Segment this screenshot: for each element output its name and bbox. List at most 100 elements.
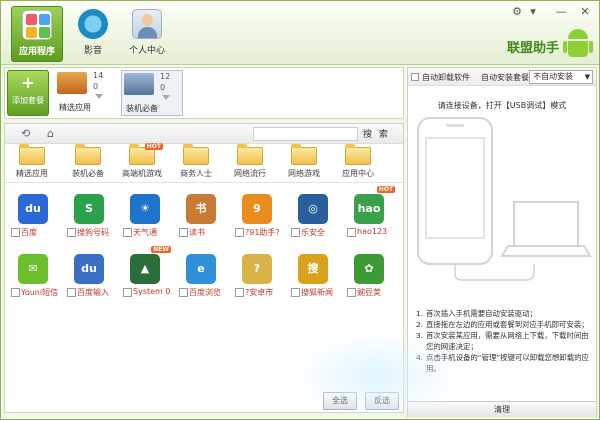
nav-media[interactable]: 影音 <box>67 6 119 62</box>
app-name: System 0 <box>133 287 171 296</box>
folder-icon <box>75 144 101 165</box>
app-checkbox[interactable] <box>291 288 300 297</box>
category-item[interactable]: 装机必备 <box>61 144 115 179</box>
package-item[interactable]: 14 0 精选应用 <box>55 70 117 116</box>
app-checkbox[interactable] <box>235 288 244 297</box>
search-button[interactable]: 搜 索 <box>363 127 390 140</box>
app-name: 百度输入 <box>77 288 109 297</box>
baidu-browser-icon: e <box>186 254 216 284</box>
category-item[interactable]: 应用中心 <box>331 144 385 179</box>
youni-sms-icon: ✉ <box>18 254 48 284</box>
category-item[interactable]: 网络游戏 <box>277 144 331 179</box>
auto-uninstall-checkbox[interactable] <box>411 73 419 81</box>
dropdown-icon[interactable]: ▾ <box>525 5 541 18</box>
app-checkbox[interactable] <box>11 228 20 237</box>
nav-personal[interactable]: 个人中心 <box>121 6 173 62</box>
app-checkbox[interactable] <box>11 288 20 297</box>
category-item[interactable]: 精选应用 <box>5 144 59 179</box>
phone-laptop-illustration <box>417 117 592 281</box>
app-checkbox[interactable] <box>235 228 244 237</box>
app-item[interactable]: du 百度输入 <box>63 246 119 306</box>
nav-label: 应用程序 <box>18 47 55 57</box>
package-name: 精选应用 <box>59 103 91 112</box>
brand-title: 联盟助手 <box>506 41 559 56</box>
add-package-button[interactable]: + 添加套餐 <box>7 70 49 116</box>
app-item[interactable]: hao HOT hao123 <box>343 186 399 246</box>
app-item[interactable]: ? ?安卓市 <box>231 246 287 306</box>
category-label: 精选应用 <box>16 169 48 178</box>
app-name: Youni短信 <box>21 288 59 297</box>
app-item[interactable]: S 搜狗号码 <box>63 186 119 246</box>
auto-install-select[interactable]: 不自动安装 ▼ <box>529 70 593 84</box>
folder-icon <box>345 144 371 165</box>
app-name: ?安卓市 <box>245 288 274 297</box>
app-name: 搜狐新闻 <box>301 288 333 297</box>
hot-badge: HOT <box>144 143 163 150</box>
minimize-icon[interactable]: — <box>553 5 569 18</box>
app-item[interactable]: ▲ NEW System 0 <box>119 246 175 306</box>
app-count: 12 <box>160 72 171 81</box>
system-icon: ▲ <box>130 254 160 284</box>
hao123-icon: hao <box>354 194 384 224</box>
refresh-icon[interactable]: ⟲ <box>21 127 30 140</box>
package-item[interactable]: 12 0 装机必备 <box>121 70 183 116</box>
app-checkbox[interactable] <box>291 228 300 237</box>
app-name: 天气通 <box>133 228 157 237</box>
search-input[interactable] <box>253 127 358 141</box>
app-item[interactable]: ✿ 豌豆荚 <box>343 246 399 306</box>
app-item[interactable]: ☀ 天气通 <box>119 186 175 246</box>
category-label: 应用中心 <box>342 169 374 178</box>
app-item[interactable]: 9 ?91助手? <box>231 186 287 246</box>
app-checkbox[interactable] <box>123 228 132 237</box>
app-name: ?91助手? <box>245 228 280 237</box>
header: 应用程序 影音 个人中心 ⚙ ▾ — ✕ 联盟助手 <box>1 1 599 65</box>
app-checkbox[interactable] <box>347 288 356 297</box>
download-arrow-icon[interactable] <box>95 94 103 104</box>
music-count: 0 <box>160 83 166 92</box>
app-checkbox[interactable] <box>67 228 76 237</box>
app-name: 读书 <box>189 228 205 237</box>
connect-hint: 请连接设备，打开【USB调试】模式 <box>437 101 567 110</box>
category-row: 精选应用 装机必备 HOT 高端机游戏 商务人士 网络流行 网络游戏 应用中心 <box>5 143 403 183</box>
wandoujia-icon: ✿ <box>354 254 384 284</box>
folder-icon <box>183 144 209 165</box>
app-item[interactable]: 书读书 <box>175 186 231 246</box>
app-name: 豌豆荚 <box>357 288 381 297</box>
auto-install-label: 自动安装套餐: <box>481 73 532 82</box>
download-arrow-icon[interactable] <box>162 95 170 105</box>
close-icon[interactable]: ✕ <box>577 5 593 18</box>
nav-apps[interactable]: 应用程序 <box>11 6 63 62</box>
chevron-down-icon: ▼ <box>584 73 590 81</box>
app-checkbox[interactable] <box>179 288 188 297</box>
app-item[interactable]: du 百度 <box>7 186 63 246</box>
category-item[interactable]: 商务人士 <box>169 144 223 179</box>
app-name: 搜狗号码 <box>77 228 109 237</box>
app-item[interactable]: ✉ Youni短信 <box>7 246 63 306</box>
category-item[interactable]: HOT 高端机游戏 <box>115 143 169 179</box>
app-checkbox[interactable] <box>179 228 188 237</box>
gear-icon[interactable]: ⚙ <box>509 5 525 18</box>
app-checkbox[interactable] <box>123 288 132 297</box>
book-icon: 书 <box>186 194 216 224</box>
instruction-item: 2. 直接拖在左边的应用或套餐到对应手机即可安装； <box>416 320 589 329</box>
sohu-news-icon: 搜 <box>298 254 328 284</box>
screen-glare <box>291 331 461 421</box>
category-item[interactable]: 网络流行 <box>223 144 277 179</box>
user-icon <box>132 9 162 39</box>
app-badge: HOT <box>376 186 395 193</box>
app-item[interactable]: ◎ 乐安全 <box>287 186 343 246</box>
apps-grid-icon <box>22 10 52 40</box>
music-count: 0 <box>93 82 99 91</box>
package-name: 装机必备 <box>126 104 158 113</box>
folder-icon <box>237 144 263 165</box>
app-item[interactable]: e 百度浏览 <box>175 246 231 306</box>
weather-icon: ☀ <box>130 194 160 224</box>
app-item[interactable]: 搜搜狐新闻 <box>287 246 343 306</box>
app-name: 百度 <box>21 228 37 237</box>
home-icon[interactable]: ⌂ <box>47 127 54 140</box>
app-checkbox[interactable] <box>347 228 356 237</box>
folder-icon <box>19 144 45 165</box>
app-checkbox[interactable] <box>67 288 76 297</box>
category-label: 商务人士 <box>180 169 212 178</box>
android-market-icon: ? <box>242 254 272 284</box>
